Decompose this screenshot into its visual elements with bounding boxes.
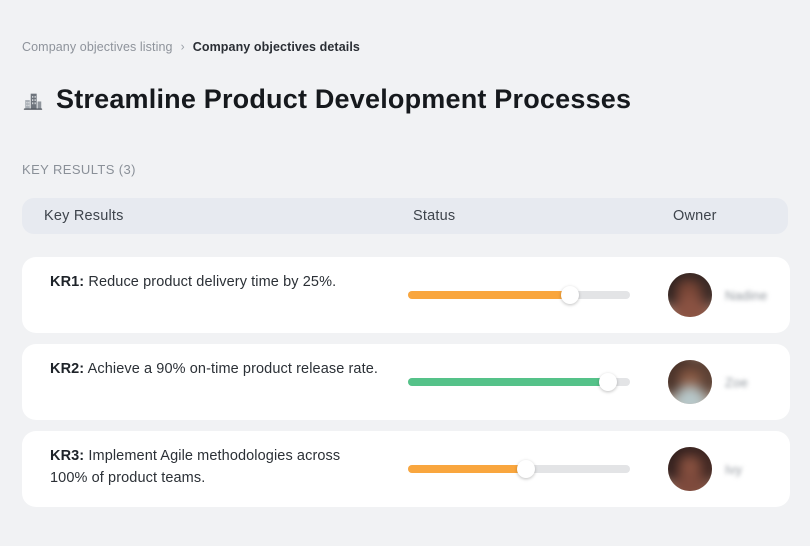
breadcrumb: Company objectives listing › Company obj… bbox=[22, 39, 360, 55]
column-header-key-results: Key Results bbox=[44, 208, 124, 224]
progress-knob[interactable] bbox=[561, 286, 580, 304]
status-cell bbox=[408, 431, 630, 507]
kr-text: KR1: Reduce product delivery time by 25%… bbox=[50, 271, 380, 293]
column-header-status: Status bbox=[413, 208, 456, 224]
page-title-row: Streamline Product Development Processes bbox=[22, 66, 788, 133]
table-row[interactable]: KR1: Reduce product delivery time by 25%… bbox=[22, 257, 790, 333]
table-row[interactable]: KR2: Achieve a 90% on-time product relea… bbox=[22, 344, 790, 420]
breadcrumb-listing-link[interactable]: Company objectives listing bbox=[22, 40, 173, 54]
avatar bbox=[668, 447, 712, 491]
owner-cell: Ivy bbox=[668, 431, 778, 507]
kr-text: KR3: Implement Agile methodologies acros… bbox=[50, 445, 380, 490]
owner-cell: Zoe bbox=[668, 344, 778, 420]
column-header-owner: Owner bbox=[673, 208, 717, 224]
avatar bbox=[668, 360, 712, 404]
key-results-count-label: KEY RESULTS (3) bbox=[22, 162, 136, 177]
kr-label: KR1: bbox=[50, 274, 85, 290]
status-cell bbox=[408, 257, 630, 333]
key-results-list: KR1: Reduce product delivery time by 25%… bbox=[22, 257, 790, 518]
owner-name: Zoe bbox=[725, 374, 749, 390]
kr-description: Reduce product delivery time by 25%. bbox=[88, 274, 337, 290]
owner-name: Nadine bbox=[725, 287, 768, 303]
kr-label: KR2: bbox=[50, 361, 85, 377]
progress-fill bbox=[408, 378, 608, 386]
avatar bbox=[668, 273, 712, 317]
chevron-right-icon: › bbox=[180, 39, 185, 54]
owner-cell: Nadine bbox=[668, 257, 778, 333]
table-header: Key Results Status Owner bbox=[22, 198, 788, 234]
table-row[interactable]: KR3: Implement Agile methodologies acros… bbox=[22, 431, 790, 507]
kr-label: KR3: bbox=[50, 448, 85, 464]
progress-knob[interactable] bbox=[516, 460, 535, 478]
progress-slider[interactable] bbox=[408, 286, 630, 304]
buildings-icon bbox=[23, 93, 43, 110]
progress-fill bbox=[408, 465, 526, 473]
kr-text: KR2: Achieve a 90% on-time product relea… bbox=[50, 358, 380, 380]
progress-knob[interactable] bbox=[598, 373, 617, 391]
owner-name: Ivy bbox=[725, 461, 743, 477]
page-title: Streamline Product Development Processes bbox=[56, 84, 632, 115]
kr-description: Implement Agile methodologies across 100… bbox=[50, 448, 341, 487]
progress-slider[interactable] bbox=[408, 373, 630, 391]
progress-slider[interactable] bbox=[408, 460, 630, 478]
status-cell bbox=[408, 344, 630, 420]
progress-fill bbox=[408, 291, 571, 299]
breadcrumb-details-current: Company objectives details bbox=[192, 40, 360, 54]
kr-description: Achieve a 90% on-time product release ra… bbox=[87, 361, 379, 377]
